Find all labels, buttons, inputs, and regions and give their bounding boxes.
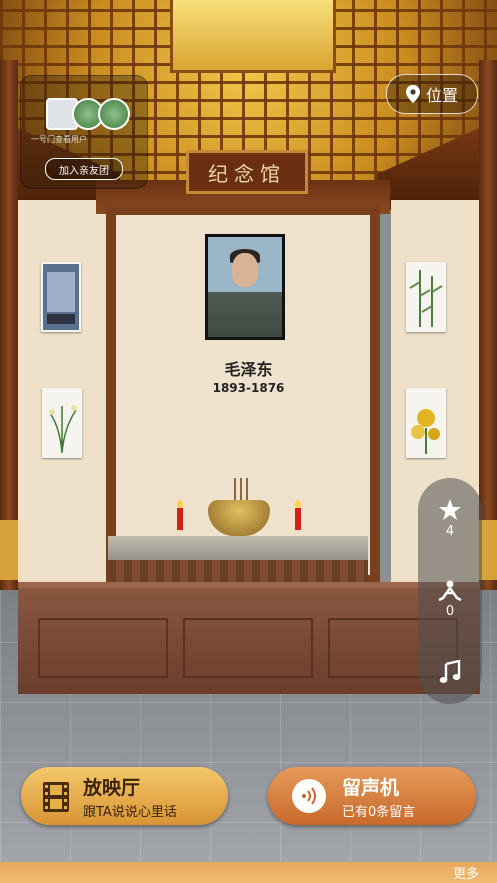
candle-flame [295, 500, 301, 508]
film-icon [43, 782, 69, 812]
star-action[interactable]: 4 [418, 498, 482, 539]
phonograph-title: 留声机 [342, 777, 400, 799]
phonograph-subtitle: 已有0条留言 [342, 805, 416, 820]
wall-painting-left-top [41, 262, 81, 332]
star-count: 4 [445, 524, 455, 539]
location-label: 位置 [425, 86, 458, 105]
family-group-panel: 一号门查看用户 加入亲友团 [20, 75, 148, 189]
family-caption: 一号门查看用户 [31, 135, 87, 144]
sound-wave-icon [292, 779, 326, 813]
music-action[interactable] [418, 660, 482, 684]
phonograph-button[interactable]: 留声机 已有0条留言 [268, 767, 476, 825]
music-note-icon [439, 660, 461, 683]
pillar-left [0, 60, 18, 590]
avatar[interactable] [98, 98, 130, 130]
candle-right[interactable] [295, 508, 301, 530]
pillar-base-left [0, 520, 18, 580]
wall-painting-left-bottom [42, 388, 82, 458]
candle-left[interactable] [177, 508, 183, 530]
ceiling-center-panel [170, 0, 336, 73]
wall-painting-right-bottom [406, 388, 446, 458]
bottom-bar: 更多 [0, 862, 497, 883]
candle-flame [177, 500, 183, 508]
screening-hall-button[interactable]: 放映厅 跟TA说说心里话 [21, 767, 228, 825]
more-link[interactable]: 更多 [453, 863, 479, 882]
hall-plaque: 纪念馆 [186, 150, 308, 194]
screening-hall-title: 放映厅 [83, 777, 141, 799]
deceased-name: 毛泽东 [224, 360, 273, 379]
screening-hall-subtitle: 跟TA说说心里话 [83, 805, 177, 820]
portrait[interactable] [205, 234, 285, 340]
bow-icon [438, 580, 462, 602]
offering-table [18, 582, 480, 694]
star-icon [439, 499, 461, 520]
wall-painting-right-top [406, 262, 446, 332]
member-avatars[interactable] [46, 98, 130, 130]
side-action-bar: 4 0 [418, 478, 482, 704]
offering-action[interactable]: 0 [418, 580, 482, 619]
offering-count: 0 [445, 604, 455, 619]
join-family-button[interactable]: 加入亲友团 [45, 158, 123, 180]
altar-band [108, 560, 368, 584]
location-pin-icon [405, 85, 420, 103]
location-button[interactable]: 位置 [386, 74, 478, 114]
